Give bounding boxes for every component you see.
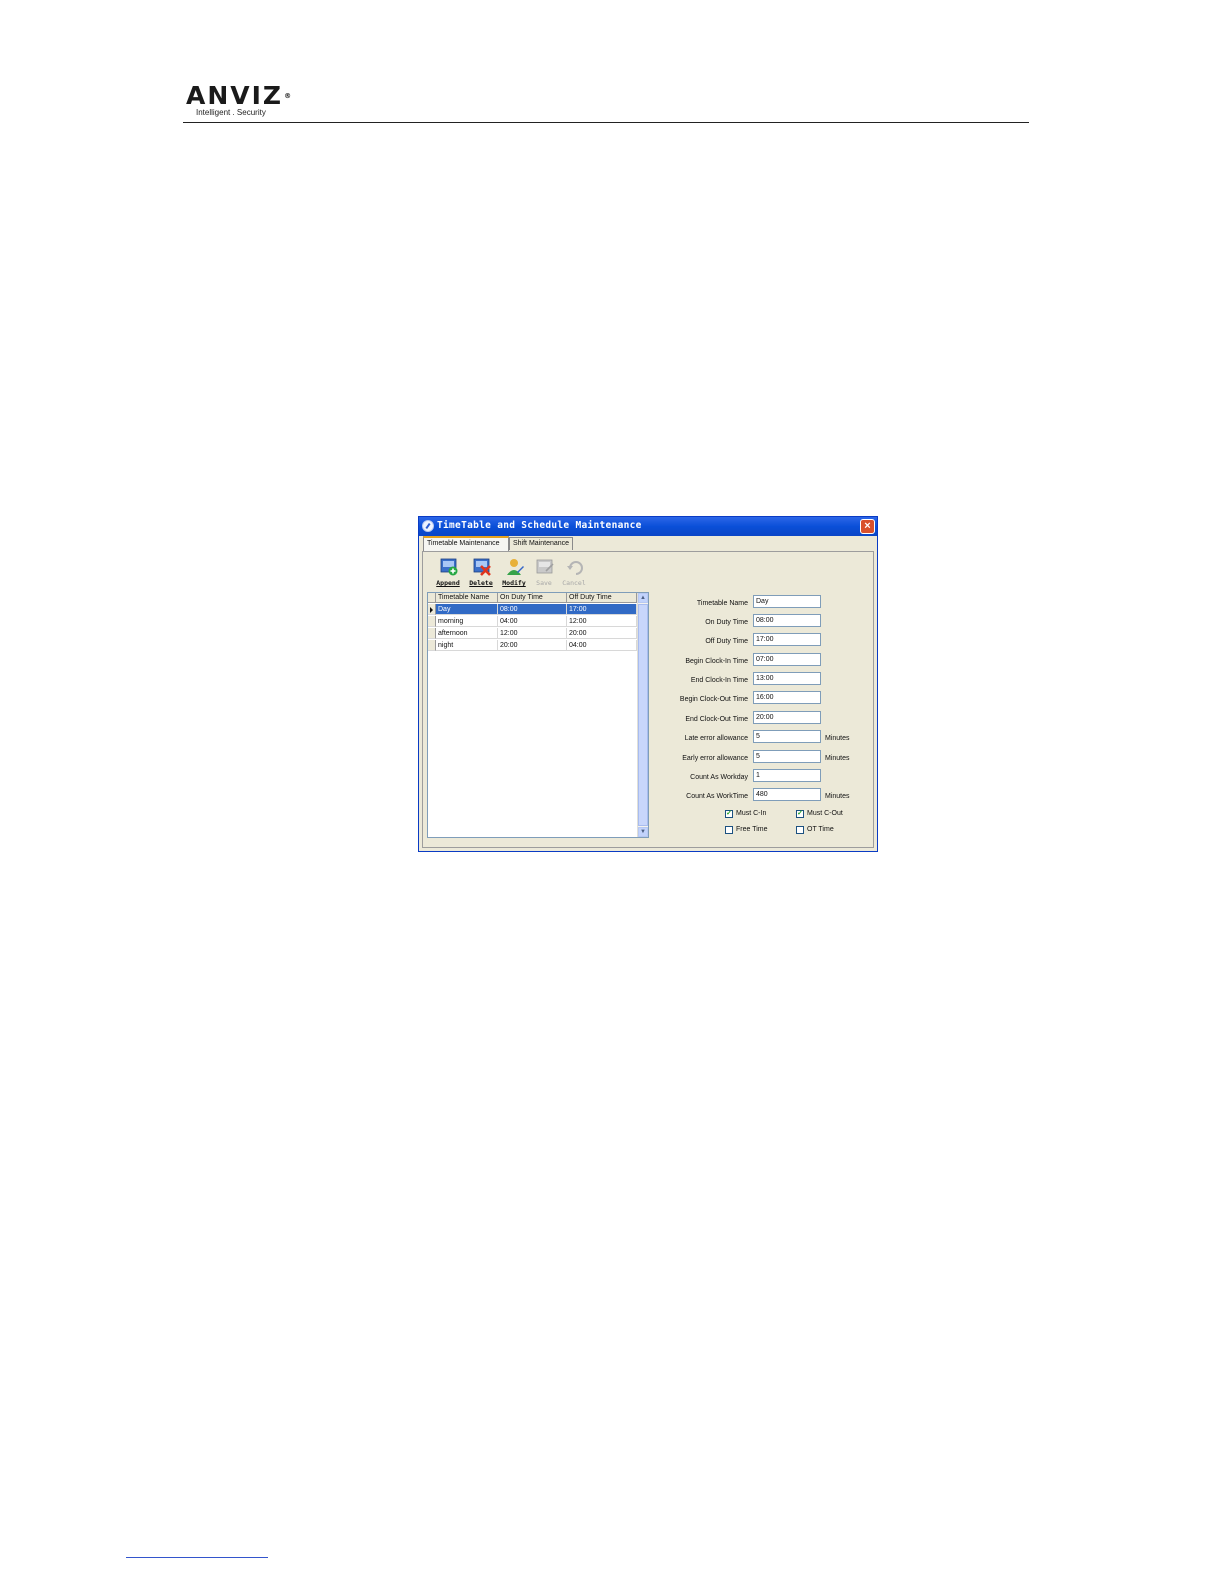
must-c-out-label: Must C-Out [807, 810, 843, 817]
count-as-worktime-input[interactable]: 480 [753, 788, 821, 801]
clock-icon [422, 520, 434, 532]
registered-mark: ® [284, 92, 294, 100]
tab-timetable-maintenance[interactable]: Timetable Maintenance [423, 536, 509, 551]
company-logo: ANVIZ® Intelligent . Security [186, 81, 294, 117]
close-button[interactable]: × [860, 519, 875, 534]
label-begin-clock-in-time: Begin Clock-In Time [685, 658, 748, 665]
ot-time-label: OT Time [807, 826, 834, 833]
label-count-as-worktime: Count As WorkTime [686, 793, 748, 800]
must-c-out-checkbox[interactable]: ✓ [796, 810, 804, 818]
logo-text: ANVIZ [186, 81, 284, 110]
timetable-name-input[interactable]: Day [753, 595, 821, 608]
unit-late-error-allowance: Minutes [825, 735, 850, 742]
label-end-clock-out-time: End Clock-Out Time [685, 716, 748, 723]
unit-early-error-allowance: Minutes [825, 755, 850, 762]
label-on-duty-time: On Duty Time [705, 619, 748, 626]
end-clock-in-time-input[interactable]: 13:00 [753, 672, 821, 685]
footer-link-underline [126, 1557, 268, 1558]
must-c-in-label: Must C-In [736, 810, 767, 817]
label-end-clock-in-time: End Clock-In Time [690, 677, 748, 684]
on-duty-time-input[interactable]: 08:00 [753, 614, 821, 627]
label-count-as-workday: Count As Workday [690, 774, 748, 781]
free-time-label: Free Time [736, 826, 768, 833]
free-time-checkbox[interactable] [725, 826, 733, 834]
timetable-window: TimeTable and Schedule Maintenance × Tim… [418, 516, 878, 852]
end-clock-out-time-input[interactable]: 20:00 [753, 711, 821, 724]
begin-clock-out-time-input[interactable]: 16:00 [753, 691, 821, 704]
label-timetable-name: Timetable Name [696, 600, 748, 607]
label-early-error-allowance: Early error allowance [682, 755, 748, 762]
window-title: TimeTable and Schedule Maintenance [437, 520, 642, 531]
header-divider [183, 122, 1029, 123]
off-duty-time-input[interactable]: 17:00 [753, 633, 821, 646]
label-off-duty-time: Off Duty Time [705, 638, 748, 645]
begin-clock-in-time-input[interactable]: 07:00 [753, 653, 821, 666]
label-late-error-allowance: Late error allowance [684, 735, 748, 742]
window-titlebar[interactable]: TimeTable and Schedule Maintenance × [419, 517, 877, 536]
timetable-detail-form: Timetable Name Day On Duty Time 08:00 Of… [423, 552, 875, 849]
late-error-allowance-input[interactable]: 5 [753, 730, 821, 743]
count-as-workday-input[interactable]: 1 [753, 769, 821, 782]
must-c-in-checkbox[interactable]: ✓ [725, 810, 733, 818]
ot-time-checkbox[interactable] [796, 826, 804, 834]
unit-count-as-worktime: Minutes [825, 793, 850, 800]
timetable-panel: Append Delete Modify Save Cancel Timetab… [422, 551, 874, 848]
label-begin-clock-out-time: Begin Clock-Out Time [679, 696, 748, 703]
tab-shift-maintenance[interactable]: Shift Maintenance [509, 537, 573, 550]
early-error-allowance-input[interactable]: 5 [753, 750, 821, 763]
